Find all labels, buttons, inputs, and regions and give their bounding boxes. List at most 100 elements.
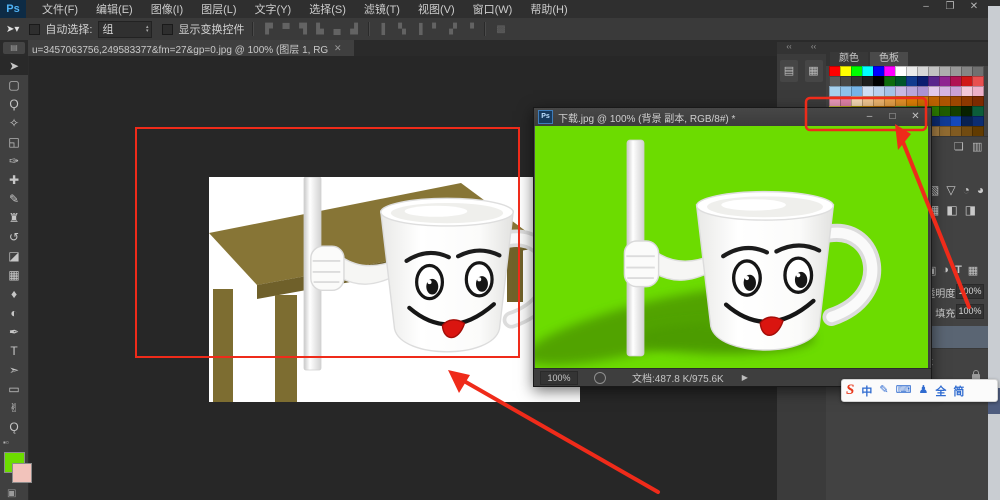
exposure-adjustment-icon[interactable]: ◔: [963, 184, 970, 197]
distribute-icon-3[interactable]: ▐: [412, 23, 425, 36]
show-transform-checkbox[interactable]: [162, 24, 173, 35]
delete-swatch-icon[interactable]: ▥: [972, 140, 982, 153]
quick-select-tool[interactable]: ✧: [0, 113, 28, 132]
menu-item-3[interactable]: 图像(I): [151, 1, 183, 17]
window-close-button[interactable]: ✕: [904, 108, 927, 126]
swap-colors-icon[interactable]: ▪▫: [3, 438, 9, 447]
dodge-tool[interactable]: ◐: [0, 303, 28, 322]
align-icon-5[interactable]: ▄: [330, 23, 343, 36]
shape-tool[interactable]: ▭: [0, 379, 28, 398]
ime-mode-chinese[interactable]: 中: [861, 383, 872, 399]
dropdown-stepper-icon: ▴▾: [146, 25, 149, 33]
document-tab[interactable]: u=3457063756,249583377&fm=27&gp=0.jpg @ …: [28, 40, 354, 56]
status-circle-icon: [594, 372, 606, 384]
fill-value[interactable]: 100%: [956, 304, 984, 319]
ime-keyboard-icon[interactable]: ⌨: [896, 383, 912, 399]
path-select-tool[interactable]: ➣: [0, 360, 28, 379]
collapse-dock-icon[interactable]: ‹‹: [801, 42, 826, 54]
bw-adjustment-icon[interactable]: ◧: [946, 204, 957, 217]
gradient-tool[interactable]: ▦: [0, 265, 28, 284]
tools-panel: ➤▢Ϙ✧◱✑✚✎♜↺◪▦♦◐✒T➣▭✌Ǫ: [0, 56, 29, 500]
documents-stub-icon[interactable]: ▤: [3, 42, 25, 54]
quick-mask-icon[interactable]: ▣: [7, 488, 16, 499]
eyedropper-tool[interactable]: ✑: [0, 151, 28, 170]
background-color-swatch[interactable]: [12, 463, 32, 483]
status-menu-arrow-icon[interactable]: ▶: [742, 373, 748, 382]
lasso-tool[interactable]: Ϙ: [0, 94, 28, 113]
marquee-tool[interactable]: ▢: [0, 75, 28, 94]
tab-swatches[interactable]: 色板: [870, 52, 908, 66]
filter-shape-layers-icon[interactable]: ▦: [968, 264, 978, 277]
crop-tool[interactable]: ◱: [0, 132, 28, 151]
app-minimize-button[interactable]: –: [914, 1, 938, 12]
curves-adjustment-icon[interactable]: ▽: [946, 184, 955, 197]
eraser-tool[interactable]: ◪: [0, 246, 28, 265]
filter-adjustment-layers-icon[interactable]: ◑: [942, 264, 949, 277]
align-icon-1[interactable]: ▛: [262, 23, 275, 36]
move-tool[interactable]: ➤: [0, 56, 28, 75]
ime-pen-icon[interactable]: ✎: [879, 383, 888, 399]
menu-item-5[interactable]: 文字(Y): [255, 1, 292, 17]
floating-window-canvas[interactable]: [535, 126, 928, 368]
distribute-icon-4[interactable]: ▘: [429, 23, 442, 36]
window-minimize-button[interactable]: –: [858, 108, 881, 126]
vibrance-adjustment-icon[interactable]: ◕: [977, 184, 984, 197]
history-panel-icon[interactable]: ▤: [780, 60, 798, 82]
menu-item-8[interactable]: 视图(V): [418, 1, 455, 17]
menu-item-7[interactable]: 滤镜(T): [364, 1, 400, 17]
align-icon-3[interactable]: ▜: [296, 23, 309, 36]
move-tool-preset-icon[interactable]: ➤▾: [6, 24, 19, 35]
auto-select-checkbox[interactable]: [29, 24, 40, 35]
distribute-icon-1[interactable]: ▌: [378, 23, 391, 36]
opacity-value[interactable]: 100%: [956, 284, 984, 299]
hand-tool[interactable]: ✌: [0, 398, 28, 417]
menu-item-2[interactable]: 编辑(E): [96, 1, 133, 17]
brush-tool[interactable]: ✎: [0, 189, 28, 208]
menu-item-1[interactable]: 文件(F): [42, 1, 78, 17]
zoom-level-field[interactable]: 100%: [540, 371, 578, 385]
healing-brush-tool[interactable]: ✚: [0, 170, 28, 189]
sogou-logo-icon[interactable]: S: [846, 382, 854, 399]
options-separator: [368, 22, 370, 36]
clone-stamp-tool[interactable]: ♜: [0, 208, 28, 227]
align-icon-6[interactable]: ▟: [347, 23, 360, 36]
menu-item-10[interactable]: 帮助(H): [530, 1, 567, 17]
document-tab-title: u=3457063756,249583377&fm=27&gp=0.jpg @ …: [32, 41, 328, 56]
app-restore-button[interactable]: ❐: [938, 1, 962, 12]
app-close-button[interactable]: ✕: [962, 1, 986, 12]
document-size-info: 文档:487.8 K/975.6K: [632, 370, 724, 385]
menu-item-6[interactable]: 选择(S): [309, 1, 346, 17]
properties-panel-icon[interactable]: ▦: [805, 60, 823, 82]
pen-tool[interactable]: ✒: [0, 322, 28, 341]
zoom-tool[interactable]: Ǫ: [0, 417, 28, 436]
history-brush-tool[interactable]: ↺: [0, 227, 28, 246]
ime-person-icon[interactable]: ♟: [918, 383, 928, 399]
collapse-dock-icon[interactable]: ‹‹: [777, 42, 801, 54]
align-icon-4[interactable]: ▙: [313, 23, 326, 36]
new-swatch-icon[interactable]: ❏: [954, 140, 964, 153]
window-maximize-button[interactable]: □: [881, 108, 904, 126]
blur-tool[interactable]: ♦: [0, 284, 28, 303]
menu-item-4[interactable]: 图层(L): [201, 1, 236, 17]
tab-color[interactable]: 颜色: [830, 52, 868, 66]
document-tab-close-icon[interactable]: ✕: [334, 43, 342, 54]
layer-filter-icons: ▣◑T▦: [926, 264, 978, 277]
ime-fullwidth[interactable]: 全: [935, 383, 946, 399]
type-tool[interactable]: T: [0, 341, 28, 360]
ime-toolbar[interactable]: S 中 ✎ ⌨ ♟ 全简: [841, 379, 998, 402]
distribute-icon-6[interactable]: ▝: [463, 23, 476, 36]
menu-item-9[interactable]: 窗口(W): [473, 1, 513, 17]
distribute-icon-5[interactable]: ▞: [446, 23, 459, 36]
ime-simplified[interactable]: 简: [953, 383, 964, 399]
align-icon-2[interactable]: ▀: [279, 23, 292, 36]
adjustments-icons: ▧▽◔◕▦◧◨: [928, 184, 988, 217]
gradient-map-adjustment-icon[interactable]: ◨: [965, 204, 976, 217]
distribute-icons-group: ▌ ▚ ▐ ▘ ▞ ▝: [378, 23, 476, 36]
floating-window-titlebar[interactable]: Ps 下载.jpg @ 100% (背景 副本, RGB/8#) * – □ ✕: [534, 108, 931, 126]
distribute-icon-2[interactable]: ▚: [395, 23, 408, 36]
filter-type-layers-icon[interactable]: T: [955, 264, 962, 277]
floating-document-window[interactable]: Ps 下载.jpg @ 100% (背景 副本, RGB/8#) * – □ ✕…: [533, 107, 932, 387]
scrollbar-strip[interactable]: [988, 6, 1000, 500]
auto-select-dropdown[interactable]: 组 ▴▾: [98, 21, 152, 38]
auto-align-icon[interactable]: ▩: [494, 23, 507, 36]
